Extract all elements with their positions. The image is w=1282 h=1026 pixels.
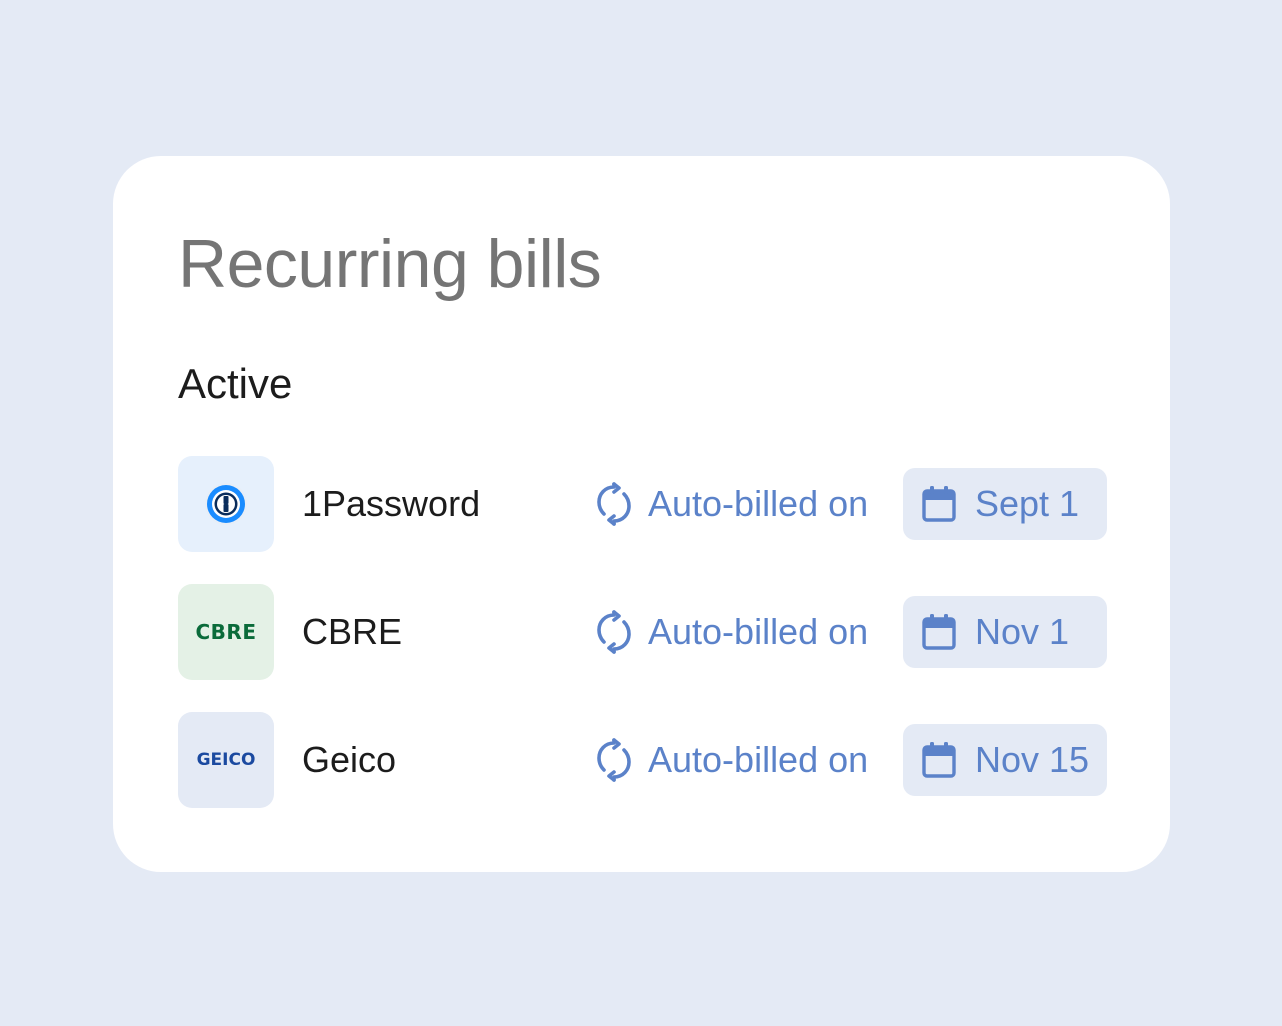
auto-billed-label: Auto-billed on: [648, 483, 869, 524]
calendar-icon: [921, 612, 957, 652]
section-label-active: Active: [178, 360, 293, 407]
auto-billed-status: Auto-billed on: [594, 480, 868, 528]
due-date-chip[interactable]: Sept 1: [903, 468, 1107, 540]
auto-billed-label: Auto-billed on: [648, 739, 869, 780]
bill-name: 1Password: [302, 483, 481, 524]
auto-billed-status: Auto-billed on: [594, 608, 868, 656]
sync-icon: [594, 608, 634, 656]
card-title: Recurring bills: [178, 226, 602, 302]
due-date: Sept 1: [975, 483, 1080, 524]
sync-icon: [594, 480, 634, 528]
calendar-icon: [921, 740, 957, 780]
bill-name: Geico: [302, 739, 397, 780]
cbre-logo: CBRE: [178, 584, 274, 680]
1password-logo-icon: [178, 456, 274, 552]
recurring-bills-card: Recurring bills Active 1Password Auto-bi…: [113, 156, 1170, 872]
bill-name: CBRE: [302, 611, 403, 652]
due-date-chip[interactable]: Nov 1: [903, 596, 1107, 668]
bill-row-1password[interactable]: 1Password Auto-billed on Sept 1: [178, 456, 1107, 552]
calendar-icon: [921, 484, 957, 524]
auto-billed-label: Auto-billed on: [648, 611, 869, 652]
bill-row-geico[interactable]: GEICO Geico Auto-billed on Nov 15: [178, 712, 1107, 808]
due-date: Nov 1: [975, 611, 1070, 652]
bill-row-cbre[interactable]: CBRE CBRE Auto-billed on Nov 1: [178, 584, 1107, 680]
geico-logo: GEICO: [178, 712, 274, 808]
due-date-chip[interactable]: Nov 15: [903, 724, 1107, 796]
due-date: Nov 15: [975, 739, 1090, 780]
sync-icon: [594, 736, 634, 784]
auto-billed-status: Auto-billed on: [594, 736, 868, 784]
